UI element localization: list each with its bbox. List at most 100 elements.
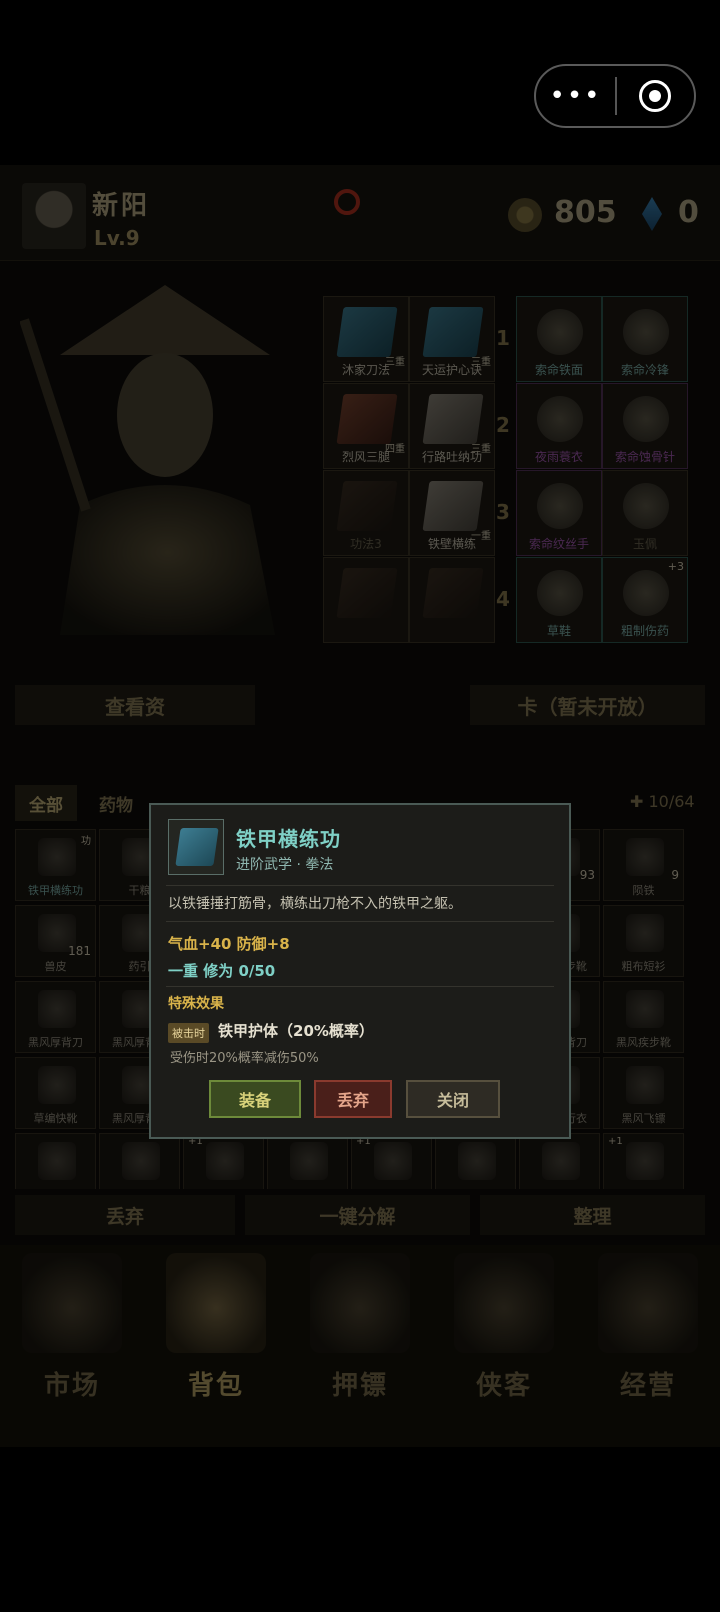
- nav-label: 市场: [43, 1371, 100, 1401]
- equip-slot-label: 行路吐纳功: [421, 450, 482, 464]
- equip-slot[interactable]: [409, 557, 495, 643]
- skill-book-icon: [336, 394, 398, 444]
- equip-slot[interactable]: 一重 铁壁横练: [409, 470, 495, 556]
- target-icon: [639, 80, 672, 112]
- player-avatar[interactable]: [22, 183, 86, 249]
- inventory-slot[interactable]: [519, 1133, 600, 1189]
- filter-tab-medicine-label: 药物: [99, 795, 133, 816]
- equip-slot[interactable]: 三重 沐家刀法: [323, 296, 409, 382]
- nav-item[interactable]: 背包: [144, 1245, 288, 1447]
- nav-label: 押镖: [331, 1371, 388, 1401]
- item-icon: [626, 838, 664, 876]
- item-description: 以铁锤捶打筋骨，横练出刀枪不入的铁甲之躯。: [168, 896, 462, 912]
- item-icon: [122, 1142, 160, 1180]
- decompose-button[interactable]: 一键分解: [245, 1195, 470, 1235]
- nav-illustration-icon: [310, 1253, 410, 1353]
- nav-illustration-icon: [22, 1253, 122, 1353]
- decompose-button-label: 一键分解: [319, 1205, 396, 1228]
- item-label: 铁甲横练功: [28, 884, 83, 897]
- equip-slot[interactable]: 索命蚀骨针: [602, 383, 688, 469]
- inventory-slot[interactable]: +1: [183, 1133, 264, 1189]
- skill-book-icon: [422, 568, 484, 618]
- inventory-slot[interactable]: [435, 1133, 516, 1189]
- equip-slot-label: 索命纹丝手: [528, 537, 589, 551]
- item-icon: [38, 1066, 76, 1104]
- item-icon: [542, 1142, 580, 1180]
- nav-item[interactable]: 经营: [576, 1245, 720, 1447]
- equipment-icon: [623, 483, 669, 529]
- equip-slot[interactable]: 夜雨蓑衣: [516, 383, 602, 469]
- drop-button[interactable]: 丢弃: [15, 1195, 235, 1235]
- item-icon: [626, 1142, 664, 1180]
- close-button[interactable]: 关闭: [406, 1080, 500, 1118]
- trigger-badge: 被击时: [168, 1023, 209, 1043]
- gem-icon: [642, 197, 662, 231]
- filter-tab-medicine[interactable]: 药物: [85, 785, 147, 821]
- drop-button-label: 丢弃: [105, 1205, 144, 1228]
- inventory-slot[interactable]: 黑风飞镖: [603, 1057, 684, 1129]
- row-number: 3: [496, 500, 510, 524]
- inventory-capacity: ✚ 10/64: [630, 792, 695, 811]
- skill-book-icon: [422, 481, 484, 531]
- item-icon: [626, 1066, 664, 1104]
- nav-item[interactable]: 市场: [0, 1245, 144, 1447]
- inventory-slot[interactable]: 功铁甲横练功: [15, 829, 96, 901]
- more-menu-icon[interactable]: •••: [536, 81, 615, 111]
- nav-label: 背包: [187, 1371, 244, 1401]
- equip-slot[interactable]: 索命铁面: [516, 296, 602, 382]
- item-count: 9: [671, 868, 679, 882]
- equip-slot-label: 草鞋: [546, 624, 571, 638]
- player-level: Lv.9: [94, 226, 140, 250]
- effect-description: 受伤时20%概率减伤50%: [170, 1051, 319, 1066]
- card-ribbon[interactable]: 卡（暂未开放）: [470, 685, 705, 725]
- inventory-slot[interactable]: 黑风厚背刀: [15, 981, 96, 1053]
- equipment-icon: [537, 483, 583, 529]
- sort-button-label: 整理: [573, 1205, 612, 1228]
- inventory-slot[interactable]: +1: [603, 1133, 684, 1189]
- nav-illustration-icon: [598, 1253, 698, 1353]
- equip-slot[interactable]: 草鞋: [516, 557, 602, 643]
- equip-slot-label: 沐家刀法: [341, 363, 390, 377]
- gem-count: 0: [678, 195, 699, 230]
- divider: [166, 921, 554, 922]
- item-type-tag: 功: [81, 836, 91, 847]
- inventory-slot[interactable]: +1: [351, 1133, 432, 1189]
- game-screen: 新阳 Lv.9 805 0 三重 沐家刀法 三重 天运护心诀 索命铁面 索命冷锋 四重 烈风三…: [0, 165, 720, 1447]
- equip-slot[interactable]: 索命纹丝手: [516, 470, 602, 556]
- inventory-slot[interactable]: [15, 1133, 96, 1189]
- inventory-slot[interactable]: [267, 1133, 348, 1189]
- equip-slot[interactable]: 索命冷锋: [602, 296, 688, 382]
- equip-button[interactable]: 装备: [209, 1080, 301, 1118]
- sort-button[interactable]: 整理: [480, 1195, 705, 1235]
- item-icon: [290, 1142, 328, 1180]
- inventory-slot[interactable]: [99, 1133, 180, 1189]
- inventory-slot[interactable]: 9 陨铁: [603, 829, 684, 901]
- item-title: 铁甲横练功: [236, 827, 341, 851]
- item-icon: [374, 1142, 412, 1180]
- close-miniprogram-button[interactable]: [617, 80, 694, 112]
- equip-slot[interactable]: 三重 天运护心诀: [409, 296, 495, 382]
- filter-tab-all[interactable]: 全部: [15, 785, 77, 821]
- equip-slot[interactable]: 三重 行路吐纳功: [409, 383, 495, 469]
- view-attributes-ribbon[interactable]: 查看资: [15, 685, 255, 725]
- inventory-slot[interactable]: 粗布短衫: [603, 905, 684, 977]
- item-tooltip-dialog: 铁甲横练功 进阶武学 · 拳法 以铁锤捶打筋骨，横练出刀枪不入的铁甲之躯。 气血…: [149, 803, 571, 1139]
- inventory-slot[interactable]: 草编快靴: [15, 1057, 96, 1129]
- mini-program-topbar: •••: [0, 0, 720, 165]
- equip-slot[interactable]: 功法3: [323, 470, 409, 556]
- equip-slot[interactable]: 玉佩: [602, 470, 688, 556]
- divider: [166, 986, 554, 987]
- inventory-slot[interactable]: 黑风疾步靴: [603, 981, 684, 1053]
- discard-button[interactable]: 丢弃: [314, 1080, 392, 1118]
- item-progress: 一重 修为 0/50: [168, 962, 276, 980]
- row-number: 1: [496, 326, 510, 350]
- nav-item[interactable]: 侠客: [432, 1245, 576, 1447]
- equip-slot[interactable]: [323, 557, 409, 643]
- item-count: 93: [579, 868, 595, 882]
- item-icon: [168, 819, 224, 875]
- equip-slot[interactable]: +3 粗制伤药: [602, 557, 688, 643]
- equip-slot[interactable]: 四重 烈风三腿: [323, 383, 409, 469]
- inventory-slot[interactable]: 181 兽皮: [15, 905, 96, 977]
- equip-slot-label: 粗制伤药: [620, 624, 669, 638]
- nav-item[interactable]: 押镖: [288, 1245, 432, 1447]
